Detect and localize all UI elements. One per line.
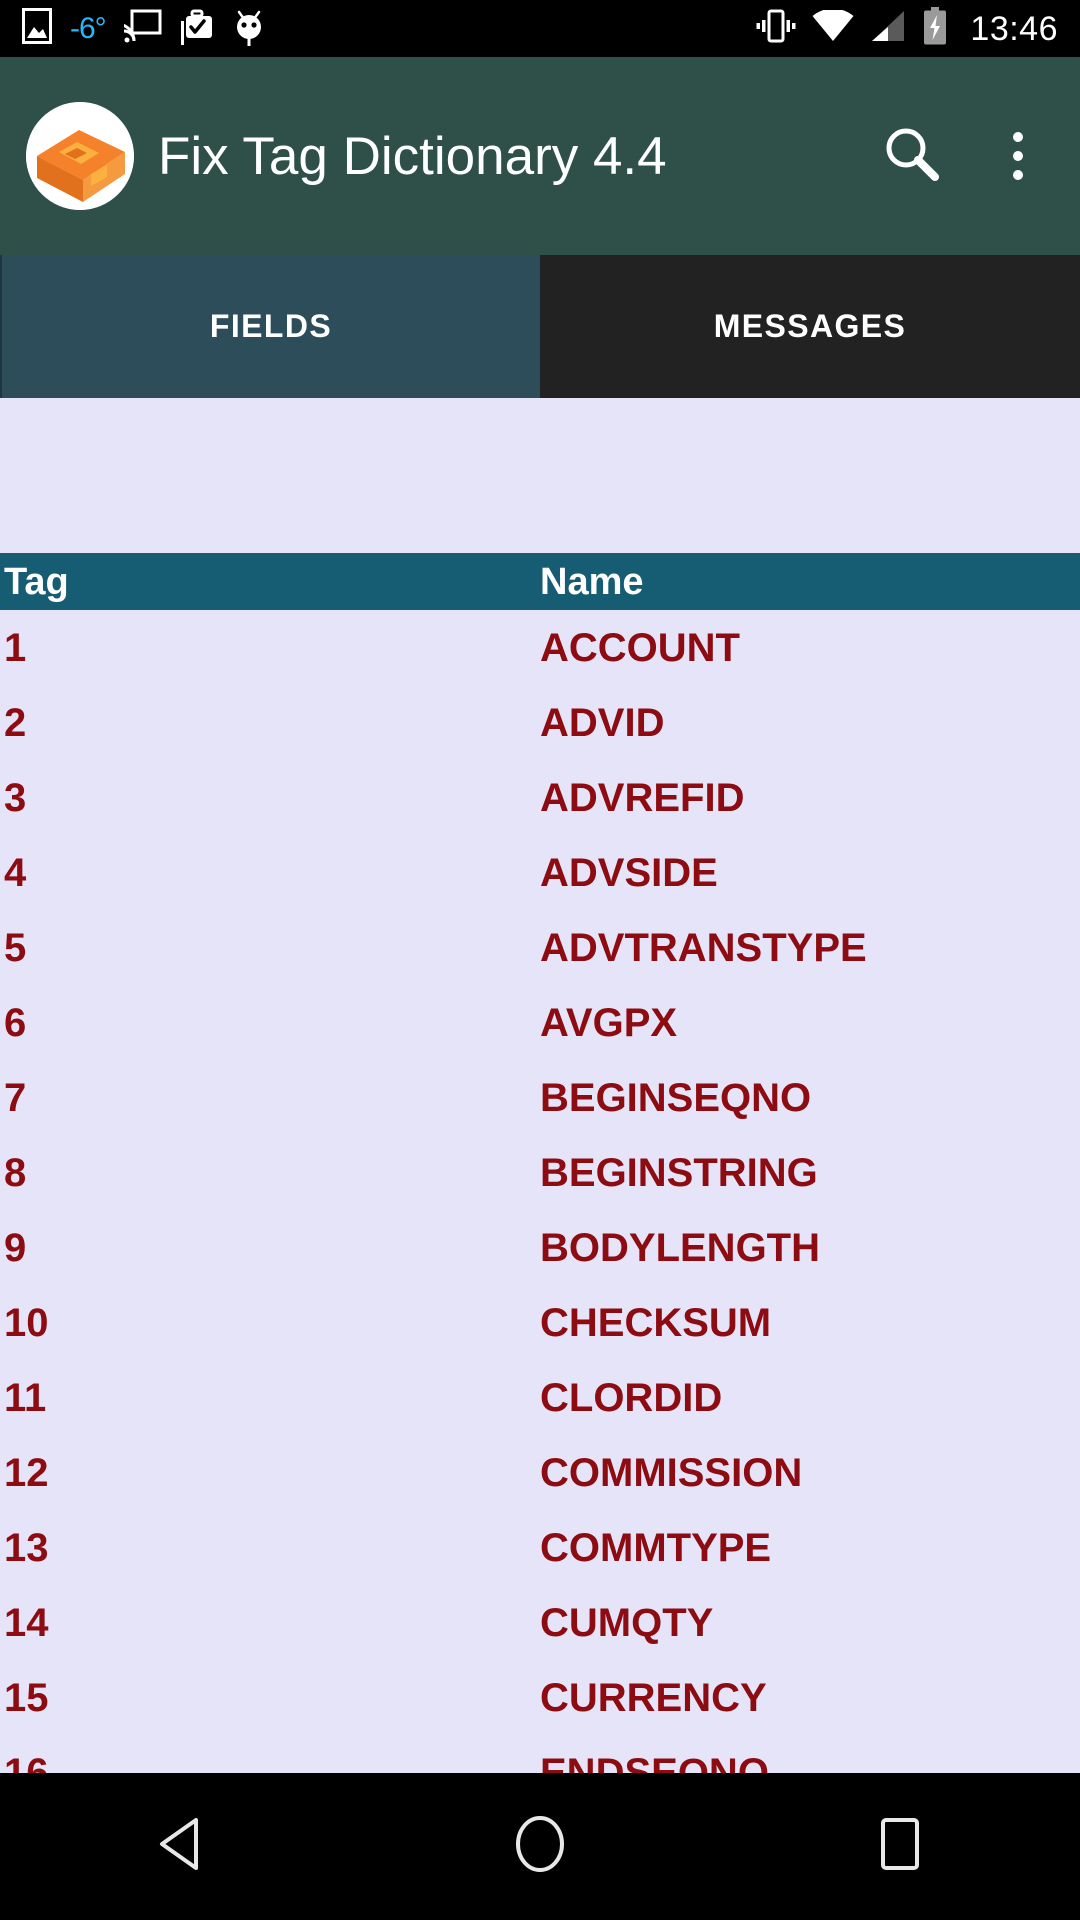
cell-tag: 2 xyxy=(4,700,27,745)
android-bug-icon xyxy=(232,6,266,51)
home-circle-icon xyxy=(512,1814,568,1879)
vibrate-icon xyxy=(756,9,796,48)
app-logo-icon xyxy=(26,102,134,210)
work-briefcase-icon xyxy=(180,7,214,50)
cell-signal-icon xyxy=(870,10,906,47)
cell-name: BODYLENGTH xyxy=(540,1225,820,1270)
column-header-name: Name xyxy=(540,560,644,603)
tab-messages[interactable]: MESSAGES xyxy=(540,255,1080,398)
status-bar: -6° 13:46 xyxy=(0,0,1080,57)
tab-fields-label: FIELDS xyxy=(209,308,333,344)
search-button[interactable] xyxy=(876,120,948,192)
weather-temperature: -6° xyxy=(70,11,107,45)
table-row[interactable]: 1 ACCOUNT xyxy=(0,610,1080,685)
battery-charging-icon xyxy=(922,7,948,50)
table-row[interactable]: 7 BEGINSEQNO xyxy=(0,1060,1080,1135)
cell-tag: 7 xyxy=(4,1075,27,1120)
table-row[interactable]: 12 COMMISSION xyxy=(0,1435,1080,1510)
cell-name: ADVREFID xyxy=(540,775,745,820)
status-bar-clock: 13:46 xyxy=(970,9,1058,48)
cast-screen-icon xyxy=(116,9,162,48)
cell-name: CUMQTY xyxy=(540,1600,714,1645)
phone-screen: -6° 13:46 Fix Tag Dictionary 4.4 FIELDS … xyxy=(0,0,1080,1920)
tab-fields[interactable]: FIELDS xyxy=(0,255,540,398)
status-bar-left-icons: -6° xyxy=(0,6,266,51)
page-title: Fix Tag Dictionary 4.4 xyxy=(158,126,667,186)
cell-name: CHECKSUM xyxy=(540,1300,772,1345)
table-row[interactable]: 6 AVGPX xyxy=(0,985,1080,1060)
cell-name: BEGINSTRING xyxy=(540,1150,818,1195)
cell-name: COMMISSION xyxy=(540,1450,803,1495)
wifi-icon xyxy=(812,8,854,47)
cell-tag: 4 xyxy=(4,850,27,895)
cell-tag: 6 xyxy=(4,1000,27,1045)
table-row[interactable]: 5 ADVTRANSTYPE xyxy=(0,910,1080,985)
cell-name: COMMTYPE xyxy=(540,1525,772,1570)
column-header-tag: Tag xyxy=(4,560,69,603)
table-row[interactable]: 8 BEGINSTRING xyxy=(0,1135,1080,1210)
cell-name: CLORDID xyxy=(540,1375,723,1420)
system-navigation-bar xyxy=(0,1773,1080,1920)
recents-square-icon xyxy=(875,1816,925,1877)
table-row[interactable]: 10 CHECKSUM xyxy=(0,1285,1080,1360)
app-bar-actions xyxy=(876,120,1054,192)
image-icon xyxy=(22,8,52,49)
cell-name: ACCOUNT xyxy=(540,625,740,670)
cell-tag: 3 xyxy=(4,775,27,820)
cell-tag: 11 xyxy=(4,1375,47,1420)
cell-tag: 15 xyxy=(4,1675,49,1720)
table-row[interactable]: 13 COMMTYPE xyxy=(0,1510,1080,1585)
recents-button[interactable] xyxy=(830,1773,970,1920)
overflow-menu-button[interactable] xyxy=(982,120,1054,192)
cell-tag: 5 xyxy=(4,925,27,970)
cell-name: BEGINSEQNO xyxy=(540,1075,812,1120)
cell-tag: 13 xyxy=(4,1525,49,1570)
status-bar-right-icons: 13:46 xyxy=(756,7,1080,50)
table-row[interactable]: 15 CURRENCY xyxy=(0,1660,1080,1735)
home-button[interactable] xyxy=(470,1773,610,1920)
cell-name: ADVID xyxy=(540,700,665,745)
content-top-spacer xyxy=(0,398,1080,553)
app-bar: Fix Tag Dictionary 4.4 xyxy=(0,57,1080,255)
cell-tag: 12 xyxy=(4,1450,49,1495)
cell-name: ADVTRANSTYPE xyxy=(540,925,867,970)
table-row[interactable]: 9 BODYLENGTH xyxy=(0,1210,1080,1285)
back-triangle-icon xyxy=(154,1816,206,1877)
table-row[interactable]: 3 ADVREFID xyxy=(0,760,1080,835)
fields-tab-content: Tag Name 1 ACCOUNT 2 ADVID 3 ADVREFID 4 ADVSIDE… xyxy=(0,398,1080,1920)
cell-name: CURRENCY xyxy=(540,1675,767,1720)
cell-name: AVGPX xyxy=(540,1000,678,1045)
table-header-row: Tag Name xyxy=(0,553,1080,610)
more-vert-icon xyxy=(1013,132,1023,180)
tab-messages-label: MESSAGES xyxy=(713,308,907,344)
fields-table-body[interactable]: 1 ACCOUNT 2 ADVID 3 ADVREFID 4 ADVSIDE 5 ADVTRANS… xyxy=(0,610,1080,1810)
cell-tag: 1 xyxy=(4,625,27,670)
back-button[interactable] xyxy=(110,1773,250,1920)
cell-tag: 10 xyxy=(4,1300,49,1345)
search-icon xyxy=(881,123,943,190)
cell-tag: 8 xyxy=(4,1150,27,1195)
table-row[interactable]: 2 ADVID xyxy=(0,685,1080,760)
tab-bar: FIELDS MESSAGES xyxy=(0,255,1080,398)
cell-name: ADVSIDE xyxy=(540,850,718,895)
cell-tag: 14 xyxy=(4,1600,49,1645)
cell-tag: 9 xyxy=(4,1225,27,1270)
table-row[interactable]: 4 ADVSIDE xyxy=(0,835,1080,910)
table-row[interactable]: 11 CLORDID xyxy=(0,1360,1080,1435)
table-row[interactable]: 14 CUMQTY xyxy=(0,1585,1080,1660)
